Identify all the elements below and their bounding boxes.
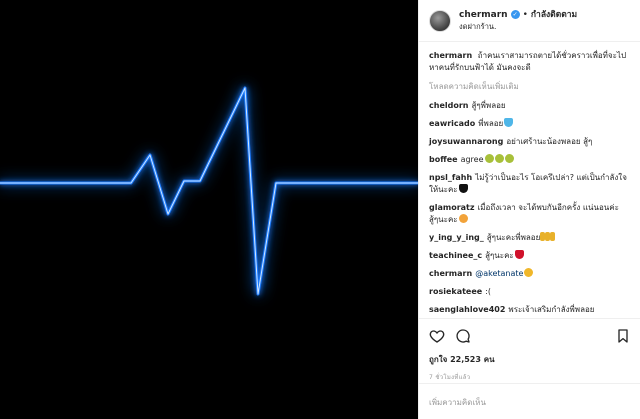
comment-item: npsl_fahh ไม่รู้ว่าเป็นอะไร โอเครึเปล่า? … bbox=[429, 172, 630, 196]
comment-item: rosiekateee:( bbox=[429, 286, 630, 298]
comment-text: agree bbox=[460, 155, 484, 164]
mention-link[interactable]: @aketanate bbox=[475, 269, 523, 278]
separator-dot: • bbox=[522, 9, 528, 20]
post-timestamp: 7 ชั่วโมงที่แล้ว bbox=[429, 374, 471, 381]
avatar[interactable] bbox=[429, 9, 451, 32]
comment-item: eawricado พี่พลอย bbox=[429, 118, 630, 130]
comment-username[interactable]: saenglahlove402 bbox=[429, 305, 505, 314]
heart-outline-icon[interactable] bbox=[429, 328, 445, 344]
post-actions: ถูกใจ 22,523 คน 7 ชั่วโมงที่แล้ว bbox=[419, 318, 640, 382]
crying-face-emoji-icon bbox=[494, 154, 504, 163]
comment-username[interactable]: glamoratz bbox=[429, 203, 475, 212]
following-button[interactable]: กำลังติดตาม bbox=[531, 9, 577, 21]
verified-badge-icon: ✓ bbox=[510, 10, 520, 19]
crying-face-emoji-icon bbox=[504, 154, 514, 163]
comment-username[interactable]: chermarn bbox=[429, 269, 472, 278]
instagram-post: chermarn ✓ • กำลังติดตาม งดฝากร้าน. cher… bbox=[0, 0, 640, 419]
caption: chermarn ถ้าคนเราสามารถตายได้ชั่วคราวเพื… bbox=[429, 50, 630, 74]
likes-count[interactable]: ถูกใจ 22,523 คน bbox=[429, 353, 631, 366]
comment-text: สู้ๆนะคะพี่พลอย bbox=[486, 233, 541, 242]
blue-heart-emoji-icon bbox=[504, 118, 514, 127]
load-more-comments-link[interactable]: โหลดความคิดเห็นเพิ่มเติม bbox=[429, 80, 630, 93]
bookmark-icon[interactable] bbox=[615, 328, 631, 344]
comment-item: boffee agree bbox=[429, 154, 630, 166]
smiling-face-emoji-icon bbox=[458, 214, 468, 223]
comment-text: พี่พลอย bbox=[478, 119, 504, 128]
comment-text: สู้ๆนะคะ bbox=[485, 251, 514, 260]
crying-face-emoji-icon bbox=[484, 154, 494, 163]
frowning-face-emoji-icon bbox=[524, 268, 534, 277]
comments-list[interactable]: chermarn ถ้าคนเราสามารถตายได้ชั่วคราวเพื… bbox=[419, 42, 640, 318]
comment-item: glamoratz เมื่อถึงเวลา จะได้พบกันอีกครั้ง… bbox=[429, 202, 630, 226]
add-comment-input[interactable]: เพิ่มความคิดเห็น bbox=[419, 383, 640, 419]
comment-username[interactable]: boffee bbox=[429, 155, 458, 164]
black-heart-emoji-icon bbox=[458, 184, 468, 193]
comment-text: :( bbox=[485, 287, 492, 296]
comment-item: saenglahlove402 พระเจ้าเสริมกำลังพี่พลอย bbox=[429, 304, 630, 316]
comment-username[interactable]: joysuwannarong bbox=[429, 137, 503, 146]
comment-item: teachinee_c สู้ๆนะคะ bbox=[429, 250, 630, 262]
header-username[interactable]: chermarn bbox=[459, 9, 508, 21]
hand-emoji-icon bbox=[550, 232, 556, 241]
comment-item: chermarn @aketanate bbox=[429, 268, 630, 280]
comment-item: y_ing_y_ing_ สู้ๆนะคะพี่พลอย bbox=[429, 232, 630, 244]
red-heart-emoji-icon bbox=[514, 250, 524, 259]
heartbeat-line bbox=[0, 86, 418, 296]
location-link[interactable]: งดฝากร้าน. bbox=[459, 21, 577, 33]
comment-username[interactable]: teachinee_c bbox=[429, 251, 482, 260]
comment-item: cheldorn สู้ๆพี่พลอย bbox=[429, 100, 630, 112]
comment-bubble-icon[interactable] bbox=[455, 328, 471, 344]
post-header: chermarn ✓ • กำลังติดตาม งดฝากร้าน. bbox=[419, 0, 640, 42]
caption-username[interactable]: chermarn bbox=[429, 51, 472, 60]
comment-text: อย่าเศร้านะน้องพลอย สู้ๆ bbox=[506, 137, 593, 146]
comment-item: joysuwannarong อย่าเศร้านะน้องพลอย สู้ๆ bbox=[429, 136, 630, 148]
comment-username[interactable]: cheldorn bbox=[429, 101, 468, 110]
comment-username[interactable]: eawricado bbox=[429, 119, 475, 128]
comment-text: สู้ๆพี่พลอย bbox=[471, 101, 506, 110]
comment-username[interactable]: y_ing_y_ing_ bbox=[429, 233, 484, 242]
post-image[interactable] bbox=[0, 0, 418, 419]
comment-text: พระเจ้าเสริมกำลังพี่พลอย bbox=[508, 305, 595, 314]
comment-username[interactable]: npsl_fahh bbox=[429, 173, 472, 182]
post-sidebar: chermarn ✓ • กำลังติดตาม งดฝากร้าน. cher… bbox=[418, 0, 640, 419]
comment-username[interactable]: rosiekateee bbox=[429, 287, 482, 296]
